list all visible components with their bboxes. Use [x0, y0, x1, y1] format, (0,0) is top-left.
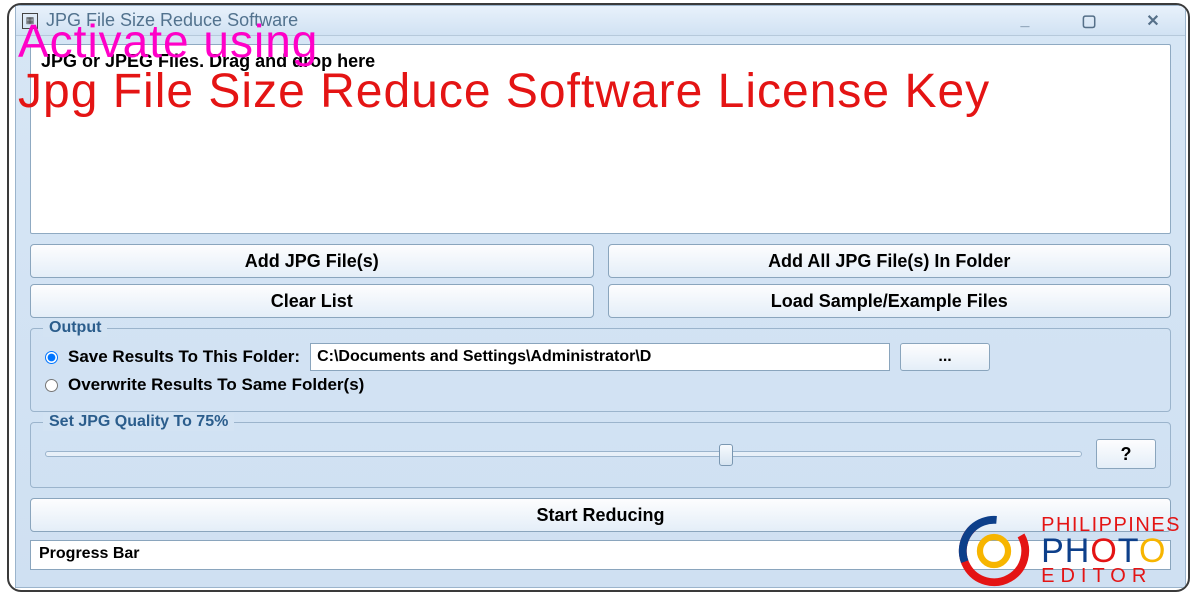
output-legend: Output	[43, 319, 107, 337]
maximize-button[interactable]: ▢	[1071, 12, 1107, 30]
help-button[interactable]: ?	[1096, 439, 1156, 469]
overlay-activate-text: Activate using	[18, 14, 318, 68]
browse-button[interactable]: ...	[900, 343, 990, 371]
progress-label: Progress Bar	[39, 545, 140, 562]
button-row-1: Add JPG File(s) Add All JPG File(s) In F…	[30, 244, 1171, 278]
add-folder-button[interactable]: Add All JPG File(s) In Folder	[608, 244, 1172, 278]
close-button[interactable]: ✕	[1135, 12, 1171, 30]
minimize-button[interactable]: _	[1007, 12, 1043, 30]
watermark-line3: EDITOR	[1041, 567, 1181, 586]
watermark-line2: PHOTO	[1041, 535, 1181, 567]
save-to-row: Save Results To This Folder: ...	[45, 343, 1156, 371]
quality-row: ?	[45, 433, 1156, 475]
save-to-path-input[interactable]	[310, 343, 890, 371]
quality-fieldset: Set JPG Quality To 75% ?	[30, 422, 1171, 488]
quality-legend: Set JPG Quality To 75%	[43, 413, 234, 431]
watermark: PHILIPPINES PHOTO EDITOR	[955, 512, 1181, 590]
add-files-button[interactable]: Add JPG File(s)	[30, 244, 594, 278]
slider-thumb[interactable]	[719, 444, 733, 466]
overwrite-radio[interactable]	[45, 379, 58, 392]
save-to-label: Save Results To This Folder:	[68, 347, 300, 367]
output-fieldset: Output Save Results To This Folder: ... …	[30, 328, 1171, 412]
watermark-icon	[955, 512, 1033, 590]
window-controls: _ ▢ ✕	[1007, 12, 1179, 30]
overlay-license-text: Jpg File Size Reduce Software License Ke…	[18, 64, 990, 119]
button-row-2: Clear List Load Sample/Example Files	[30, 284, 1171, 318]
save-to-radio[interactable]	[45, 351, 58, 364]
overwrite-label: Overwrite Results To Same Folder(s)	[68, 375, 364, 395]
clear-list-button[interactable]: Clear List	[30, 284, 594, 318]
quality-slider[interactable]	[45, 451, 1082, 457]
overwrite-row: Overwrite Results To Same Folder(s)	[45, 375, 1156, 395]
watermark-text: PHILIPPINES PHOTO EDITOR	[1041, 516, 1181, 586]
load-sample-button[interactable]: Load Sample/Example Files	[608, 284, 1172, 318]
